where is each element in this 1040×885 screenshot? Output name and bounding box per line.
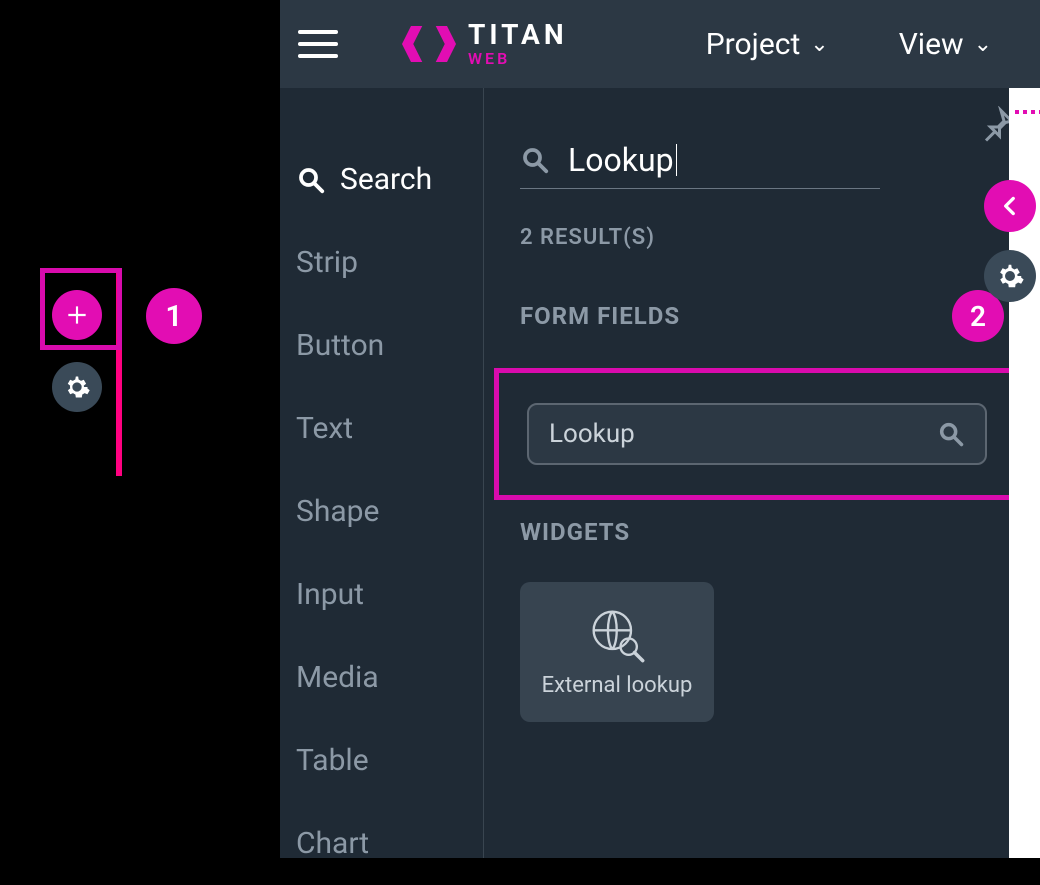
category-text[interactable]: Text	[280, 387, 483, 470]
form-fields-label: FORM FIELDS	[520, 302, 680, 330]
search-icon	[520, 145, 550, 175]
settings-button-left[interactable]	[52, 362, 102, 412]
menu-project[interactable]: Project ⌄	[706, 27, 829, 62]
category-chart[interactable]: Chart	[280, 802, 483, 885]
plus-icon	[64, 302, 90, 328]
widgets-label: WIDGETS	[520, 518, 1004, 546]
menu-view[interactable]: View ⌄	[899, 27, 992, 62]
category-media[interactable]: Media	[280, 636, 483, 719]
brand-title: TITAN	[468, 21, 568, 49]
category-input[interactable]: Input	[280, 553, 483, 636]
brand-subtitle: WEB	[468, 51, 568, 67]
category-search[interactable]: Search	[280, 138, 483, 221]
lookup-field-item[interactable]: Lookup	[527, 403, 987, 465]
app-panel: TITAN WEB Project ⌄ View ⌄ Search Strip …	[280, 0, 1040, 858]
chevron-left-icon	[997, 193, 1023, 219]
section-form-fields: FORM FIELDS 2	[520, 290, 1004, 342]
callout-1: 1	[146, 288, 202, 344]
search-icon	[937, 420, 965, 448]
topbar: TITAN WEB Project ⌄ View ⌄	[280, 0, 1040, 88]
results-panel: Lookup 2 RESULT(S) FORM FIELDS 2 Lookup …	[484, 88, 1040, 858]
brand-logo: TITAN WEB	[402, 17, 568, 71]
category-button[interactable]: Button	[280, 304, 483, 387]
settings-button-right[interactable]	[984, 250, 1036, 302]
menu-project-label: Project	[706, 27, 801, 62]
menu-view-label: View	[899, 27, 964, 62]
category-search-label: Search	[340, 162, 432, 197]
category-strip[interactable]: Strip	[280, 221, 483, 304]
chevron-down-icon: ⌄	[974, 32, 992, 57]
menu-toggle[interactable]	[298, 24, 338, 64]
canvas-marker	[1015, 110, 1040, 114]
gear-icon	[995, 261, 1025, 291]
add-element-button[interactable]	[52, 290, 102, 340]
panels: Search Strip Button Text Shape Input Med…	[280, 88, 1040, 858]
results-count: 2 RESULT(S)	[520, 225, 1004, 250]
logo-mark-icon	[402, 17, 456, 71]
top-menu: Project ⌄ View ⌄	[706, 27, 992, 62]
lookup-highlight: Lookup	[494, 368, 1020, 500]
search-icon	[296, 165, 326, 195]
lookup-field-label: Lookup	[549, 419, 635, 449]
gear-icon	[63, 373, 91, 401]
search-value: Lookup	[568, 144, 677, 176]
search-input[interactable]: Lookup	[520, 138, 880, 189]
category-list: Search Strip Button Text Shape Input Med…	[280, 88, 484, 858]
globe-search-icon	[589, 607, 645, 663]
widget-external-lookup[interactable]: External lookup	[520, 582, 714, 722]
category-table[interactable]: Table	[280, 719, 483, 802]
widget-label: External lookup	[542, 673, 693, 698]
chevron-down-icon: ⌄	[810, 32, 828, 57]
left-toolstrip: 1	[0, 0, 280, 858]
collapse-button[interactable]	[984, 180, 1036, 232]
category-shape[interactable]: Shape	[280, 470, 483, 553]
